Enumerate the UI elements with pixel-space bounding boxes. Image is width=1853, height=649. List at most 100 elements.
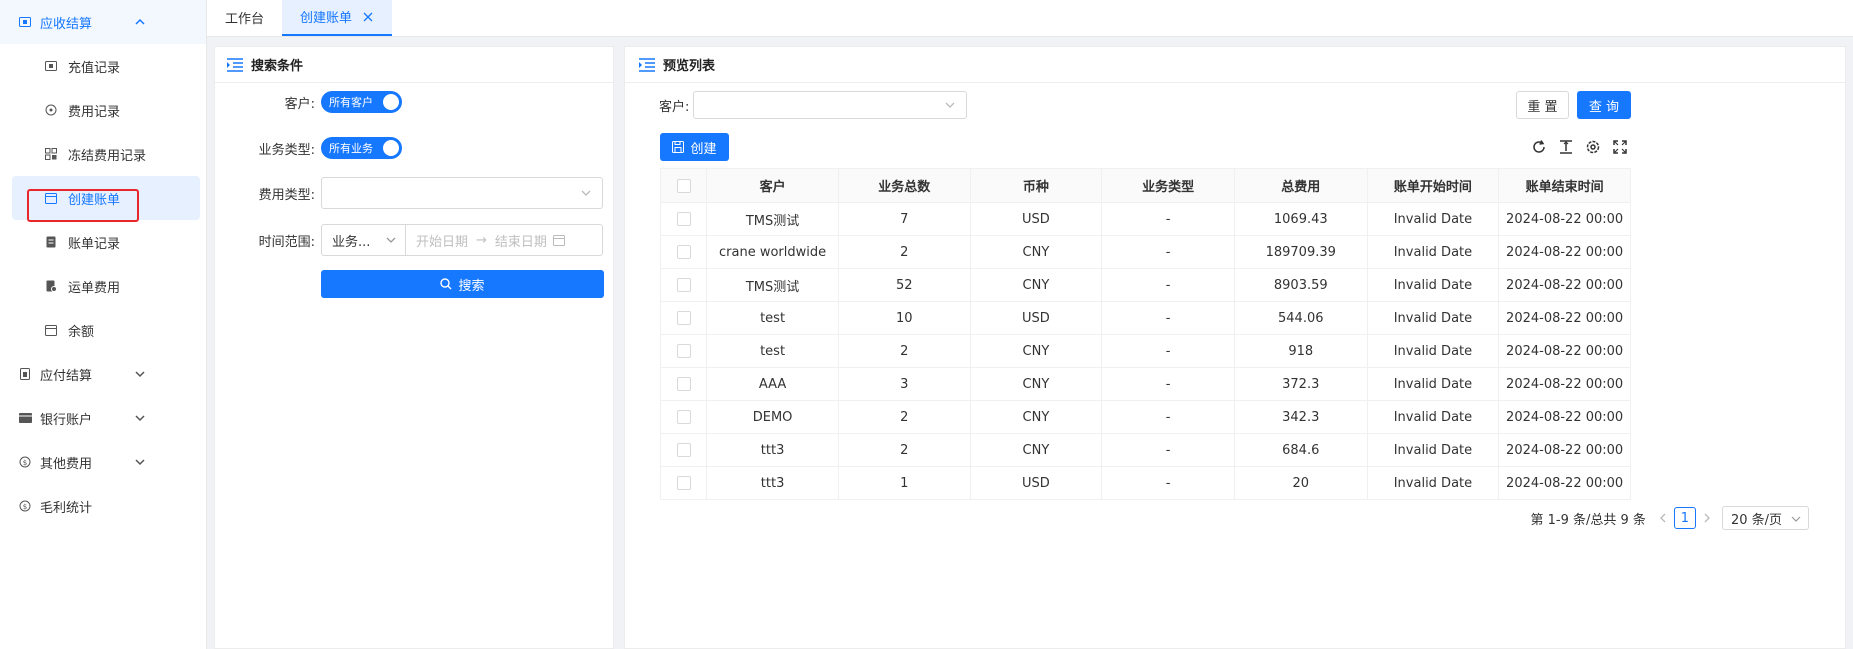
column-header[interactable]: 总费用	[1233, 168, 1368, 203]
row-checkbox[interactable]	[676, 245, 691, 259]
column-header[interactable]: 币种	[969, 168, 1103, 203]
row-checkbox[interactable]	[676, 212, 691, 226]
cell-customer: test	[706, 334, 839, 368]
column-header[interactable]: 账单开始时间	[1366, 168, 1500, 203]
menu-group-label: 应收结算	[40, 16, 93, 32]
row-checkbox[interactable]	[676, 377, 691, 391]
column-header[interactable]: 客户	[706, 168, 839, 203]
menu-group-profit[interactable]: $ 毛利统计	[0, 484, 206, 528]
cell-biz-type: -	[1101, 400, 1235, 434]
cell-customer: ttt3	[706, 433, 839, 467]
table-row[interactable]: test 2 CNY - 918 Invalid Date 2024-08-22…	[659, 334, 1631, 368]
cell-currency: USD	[969, 202, 1103, 236]
table-row[interactable]: ttt3 1 USD - 20 Invalid Date 2024-08-22 …	[659, 466, 1631, 500]
prev-page-icon[interactable]	[1658, 513, 1668, 523]
sidebar-item-recharge[interactable]: 充值记录	[0, 44, 206, 88]
ticket-icon	[44, 59, 58, 73]
pagination-summary: 第 1-9 条/总共 9 条	[1530, 512, 1646, 528]
tab-workbench[interactable]: 工作台	[207, 0, 282, 36]
reset-button[interactable]: 重 置	[1516, 91, 1569, 119]
biz-type-row: 业务类型: 所有业务	[215, 131, 402, 165]
table-row[interactable]: TMS测试 52 CNY - 8903.59 Invalid Date 2024…	[659, 268, 1631, 302]
search-button[interactable]: 搜索	[321, 270, 604, 298]
cell-biz-type: -	[1101, 433, 1235, 467]
sidebar-item-balance[interactable]: 余额	[0, 308, 206, 352]
ticket-icon	[18, 15, 32, 29]
sidebar-item-frozen-fee[interactable]: 冻结费用记录	[0, 132, 206, 176]
column-header[interactable]: 业务类型	[1101, 168, 1235, 203]
button-label: 查 询	[1588, 99, 1620, 115]
sidebar-item-fee-records[interactable]: 费用记录	[0, 88, 206, 132]
cell-end-time: 2024-08-22 00:00	[1498, 301, 1631, 335]
cell-customer: TMS测试	[706, 202, 839, 236]
preview-table: 客户 业务总数 币种 业务类型 总费用 账单开始时间 账单结束时间 TMS测试 …	[659, 168, 1631, 500]
gear-icon[interactable]	[1585, 139, 1601, 155]
save-icon	[672, 141, 685, 153]
customer-row: 客户: 所有客户	[215, 85, 402, 119]
reload-icon[interactable]	[1531, 139, 1547, 155]
row-checkbox-cell	[659, 400, 708, 434]
row-checkbox[interactable]	[676, 476, 691, 490]
menu-group-bank[interactable]: 银行账户	[0, 396, 206, 440]
cell-currency: USD	[969, 466, 1103, 500]
row-checkbox[interactable]	[676, 344, 691, 358]
panel-title: 搜索条件	[251, 59, 304, 74]
menu-group-label: 应付结算	[40, 368, 93, 384]
table-row[interactable]: crane worldwide 2 CNY - 189709.39 Invali…	[659, 235, 1631, 269]
row-checkbox[interactable]	[676, 410, 691, 424]
biz-type-toggle[interactable]: 所有业务	[321, 137, 402, 159]
tab-create-bill[interactable]: 创建账单	[282, 0, 393, 36]
cell-biz-count: 3	[837, 367, 971, 401]
column-header[interactable]: 业务总数	[837, 168, 971, 203]
cell-biz-type: -	[1101, 202, 1235, 236]
start-date-input[interactable]: 开始日期	[416, 231, 468, 250]
end-date-input[interactable]: 结束日期	[495, 231, 547, 250]
query-button[interactable]: 查 询	[1577, 91, 1631, 119]
fullscreen-icon[interactable]	[1612, 139, 1628, 155]
customer-label: 客户:	[659, 99, 690, 115]
page-number-current[interactable]: 1	[1673, 507, 1696, 529]
sidebar-item-waybill-fee[interactable]: 运单费用	[0, 264, 206, 308]
row-checkbox[interactable]	[676, 278, 691, 292]
cell-start-time: Invalid Date	[1366, 235, 1500, 269]
column-height-icon[interactable]	[1558, 139, 1574, 155]
sidebar-item-label: 运单费用	[68, 280, 121, 296]
row-checkbox[interactable]	[676, 443, 691, 457]
column-header[interactable]: 账单结束时间	[1498, 168, 1631, 203]
row-checkbox[interactable]	[676, 311, 691, 325]
cell-biz-count: 1	[837, 466, 971, 500]
menu-group-receivable[interactable]: 应收结算	[0, 0, 206, 44]
cell-start-time: Invalid Date	[1366, 367, 1500, 401]
time-type-select[interactable]: 业务...	[322, 225, 406, 255]
cell-end-time: 2024-08-22 00:00	[1498, 400, 1631, 434]
row-checkbox-cell	[659, 433, 708, 467]
customer-select[interactable]	[693, 91, 968, 119]
close-icon[interactable]	[362, 11, 374, 23]
table-row[interactable]: test 10 USD - 544.06 Invalid Date 2024-0…	[659, 301, 1631, 335]
table-row[interactable]: DEMO 2 CNY - 342.3 Invalid Date 2024-08-…	[659, 400, 1631, 434]
cell-currency: CNY	[969, 367, 1103, 401]
sidebar-item-create-bill[interactable]: 创建账单	[12, 176, 200, 220]
page-size-select[interactable]: 20 条/页	[1721, 506, 1809, 530]
sidebar-item-label: 账单记录	[68, 236, 121, 252]
menu-group-other-fees[interactable]: $ 其他费用	[0, 440, 206, 484]
table-row[interactable]: ttt3 2 CNY - 684.6 Invalid Date 2024-08-…	[659, 433, 1631, 467]
table-row[interactable]: TMS测试 7 USD - 1069.43 Invalid Date 2024-…	[659, 202, 1631, 236]
menu-group-payable[interactable]: 应付结算	[0, 352, 206, 396]
table-row[interactable]: AAA 3 CNY - 372.3 Invalid Date 2024-08-2…	[659, 367, 1631, 401]
select-all-checkbox[interactable]	[676, 178, 691, 193]
chevron-down-icon	[134, 368, 146, 380]
cell-biz-count: 2	[837, 235, 971, 269]
sidebar-item-label: 创建账单	[68, 192, 121, 208]
create-button[interactable]: 创建	[660, 133, 729, 161]
customer-toggle[interactable]: 所有客户	[321, 91, 402, 113]
document-icon	[18, 367, 32, 381]
toggle-label: 所有客户	[329, 96, 373, 109]
biz-type-label: 业务类型:	[258, 142, 315, 158]
sidebar-item-bill-records[interactable]: 账单记录	[0, 220, 206, 264]
cell-biz-count: 7	[837, 202, 971, 236]
fee-type-select[interactable]	[321, 177, 603, 209]
customer-label: 客户:	[284, 96, 315, 112]
cell-total-fee: 918	[1233, 334, 1368, 368]
next-page-icon[interactable]	[1702, 513, 1712, 523]
